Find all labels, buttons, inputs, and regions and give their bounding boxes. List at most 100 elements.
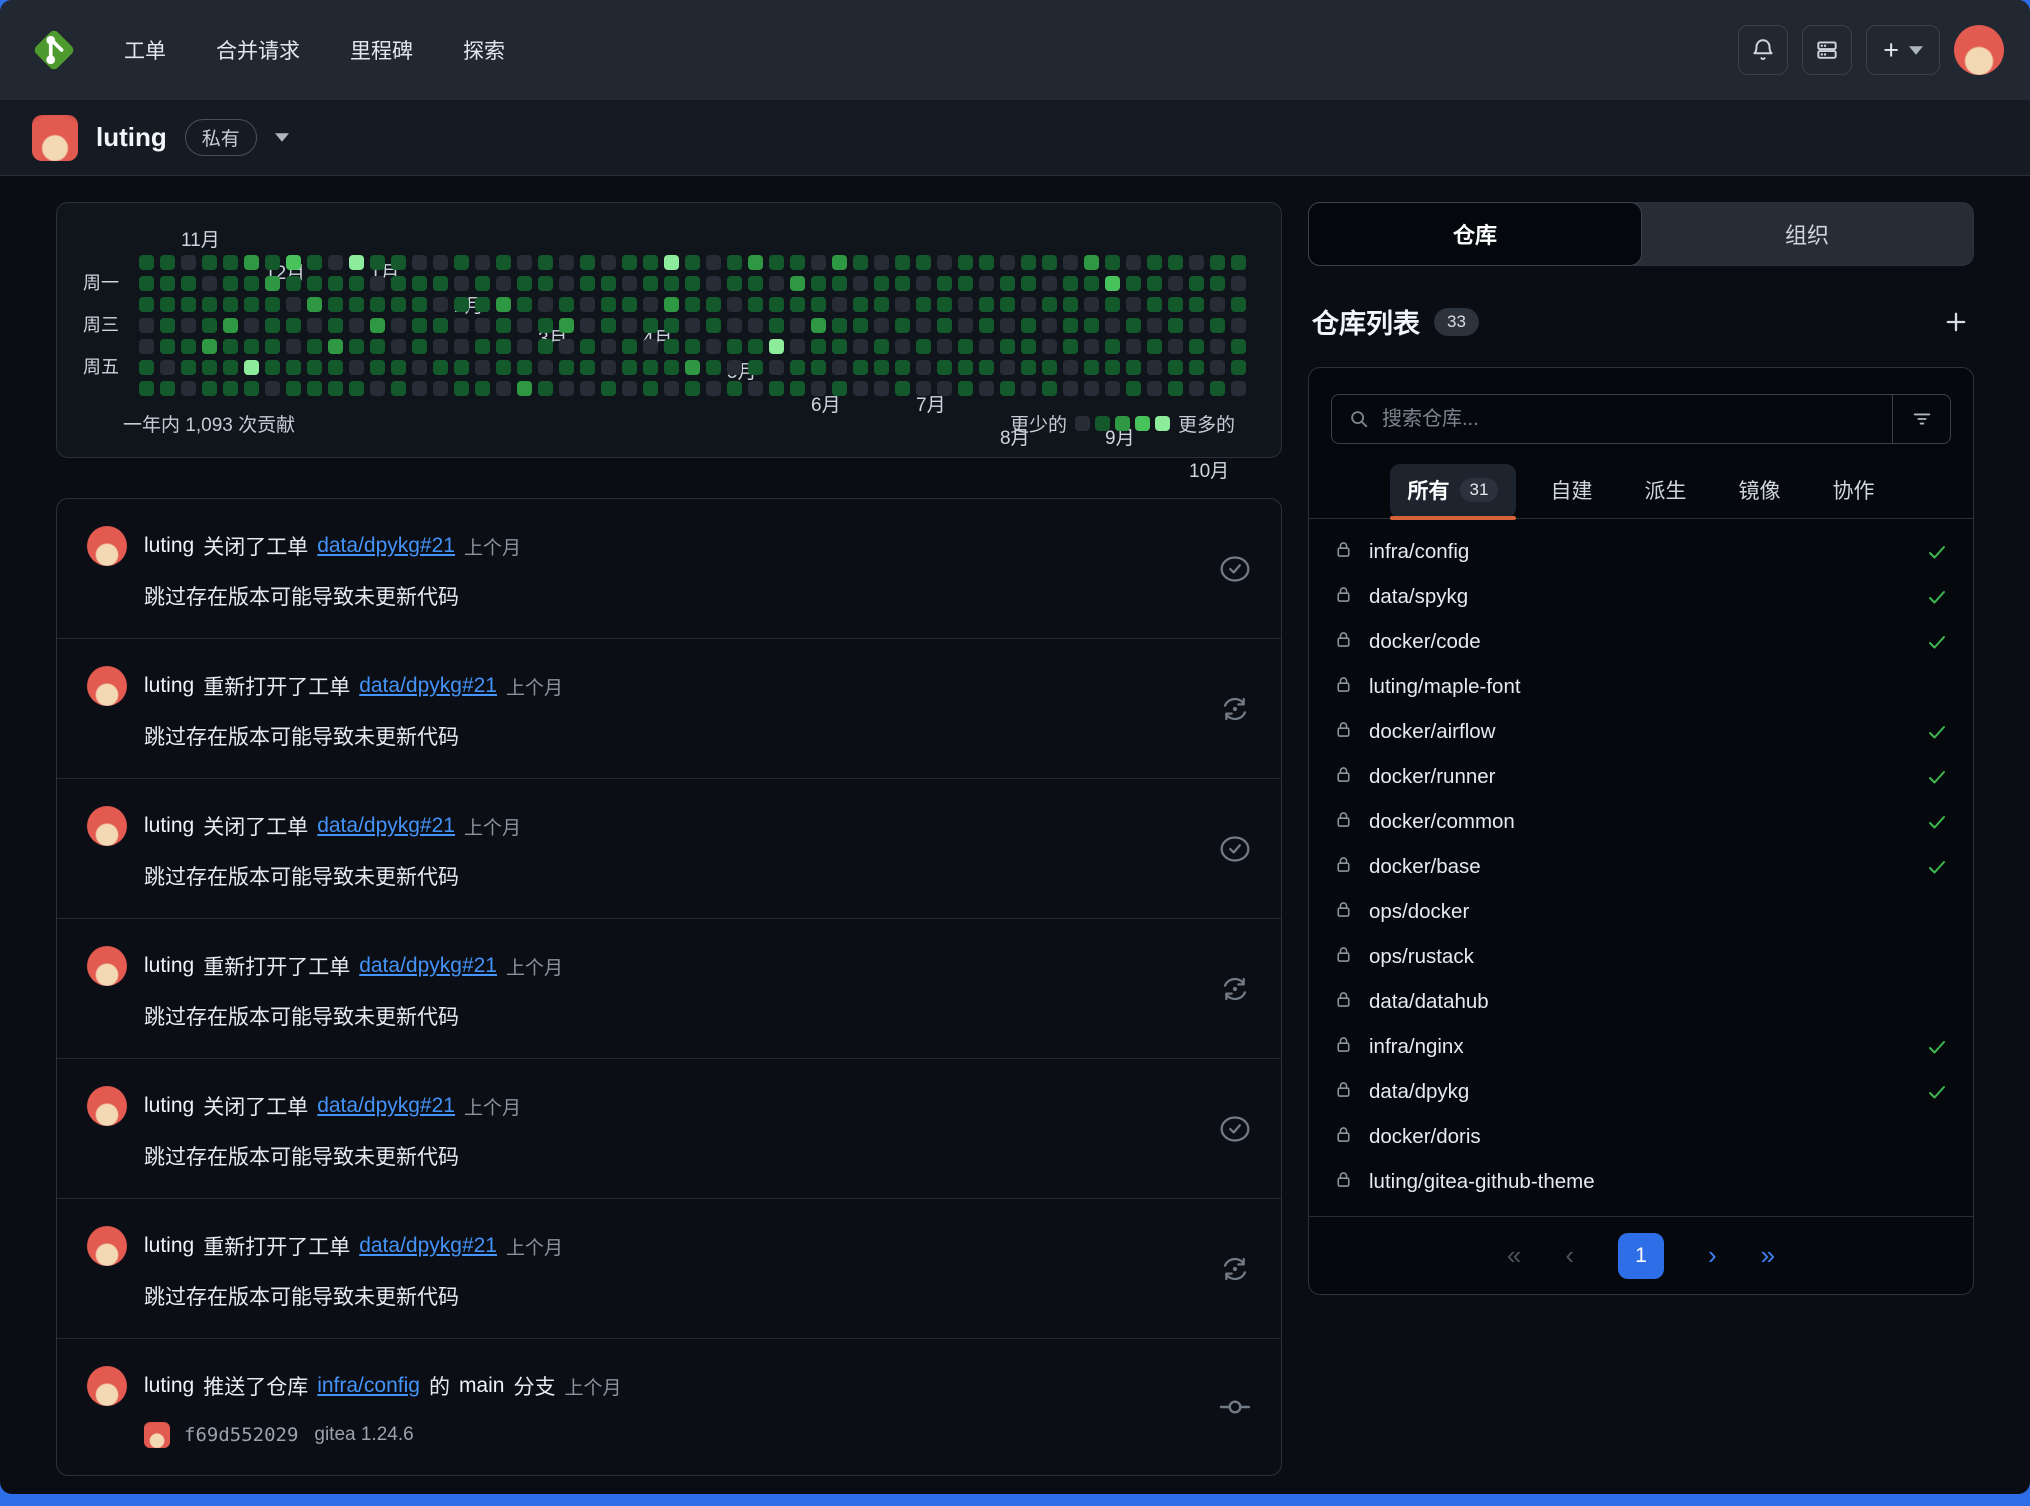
contribution-cell [580,381,595,396]
repo-row[interactable]: data/spykg [1309,574,1973,619]
nav-link-工单[interactable]: 工单 [124,35,166,65]
contribution-cell [391,276,406,291]
contribution-cell [790,297,805,312]
contribution-cell [1126,339,1141,354]
contribution-cell [265,297,280,312]
plus-label: + [1883,35,1899,66]
repo-row[interactable]: docker/base [1309,844,1973,889]
contribution-cell [748,339,763,354]
admin-panel-button[interactable] [1802,25,1852,75]
repo-row[interactable]: infra/config [1309,529,1973,574]
contribution-cell [139,360,154,375]
actor-avatar[interactable] [87,1086,127,1126]
nav-link-合并请求[interactable]: 合并请求 [216,35,300,65]
actor-avatar[interactable] [87,946,127,986]
repo-row[interactable]: docker/common [1309,799,1973,844]
repo-filter-button[interactable] [1892,395,1950,443]
actor-avatar[interactable] [87,1226,127,1266]
repo-filter-tabs: 所有31 自建派生镜像协作 [1309,464,1973,519]
target-link[interactable]: data/dpykg#21 [359,674,497,698]
repo-name: docker/code [1369,630,1481,654]
actor-name[interactable]: luting [144,954,194,978]
filter-tab-派生[interactable]: 派生 [1626,464,1704,518]
tab-repositories[interactable]: 仓库 [1308,202,1642,266]
filter-tab-自建[interactable]: 自建 [1532,464,1610,518]
tab-organizations[interactable]: 组织 [1641,203,1973,265]
profile-tabs: 仓库 组织 [1308,202,1974,266]
contribution-cell [244,339,259,354]
target-link[interactable]: infra/config [317,1374,420,1398]
target-link[interactable]: data/dpykg#21 [317,814,455,838]
filter-tab-协作[interactable]: 协作 [1814,464,1892,518]
contribution-cell [307,297,322,312]
repo-row[interactable]: luting/gitea-github-theme [1309,1159,1973,1204]
contribution-cell [1042,381,1057,396]
actor-avatar[interactable] [87,526,127,566]
profile-username[interactable]: luting [96,122,167,153]
filter-tab-所有[interactable]: 所有31 [1390,464,1517,518]
contribution-cell [433,255,448,270]
actor-name[interactable]: luting [144,814,194,838]
right-column: 仓库 组织 仓库列表 33 [1308,202,1974,1476]
repo-row[interactable]: ops/rustack [1309,934,1973,979]
contribution-cell [685,276,700,291]
target-link[interactable]: data/dpykg#21 [317,1094,455,1118]
notifications-button[interactable] [1738,25,1788,75]
new-repo-button[interactable] [1942,308,1970,336]
contribution-total: 一年内 1,093 次贡献 [123,410,295,437]
actor-name[interactable]: luting [144,1094,194,1118]
target-link[interactable]: data/dpykg#21 [359,1234,497,1258]
actor-name[interactable]: luting [144,674,194,698]
contribution-cell [391,297,406,312]
actor-avatar[interactable] [87,666,127,706]
repo-row[interactable]: luting/maple-font [1309,664,1973,709]
contribution-cell [853,297,868,312]
repo-row[interactable]: docker/doris [1309,1114,1973,1159]
target-link[interactable]: data/dpykg#21 [359,954,497,978]
nav-link-探索[interactable]: 探索 [463,35,505,65]
user-avatar[interactable] [1954,25,2004,75]
contribution-cell [181,339,196,354]
nav-link-里程碑[interactable]: 里程碑 [350,35,413,65]
repo-row[interactable]: docker/runner [1309,754,1973,799]
contribution-cell [664,255,679,270]
repo-row[interactable]: ops/docker [1309,889,1973,934]
contribution-cell [622,360,637,375]
repo-row[interactable]: infra/nginx [1309,1024,1973,1069]
contribution-grid[interactable] [139,255,1246,396]
commit-sha[interactable]: f69d552029 [184,1424,298,1446]
repo-row[interactable]: data/dpykg [1309,1069,1973,1114]
contribution-cell [895,297,910,312]
next-page-button[interactable]: › [1708,1240,1717,1271]
actor-name[interactable]: luting [144,1234,194,1258]
contribution-cell [874,297,889,312]
profile-dropdown-caret[interactable] [275,133,289,142]
current-page[interactable]: 1 [1618,1233,1664,1279]
gitea-logo[interactable] [26,22,82,78]
actor-avatar[interactable] [87,1366,127,1406]
repo-row[interactable]: docker/code [1309,619,1973,664]
contribution-cell [685,360,700,375]
target-link[interactable]: data/dpykg#21 [317,534,455,558]
actor-name[interactable]: luting [144,534,194,558]
contribution-cell [496,255,511,270]
filter-tab-镜像[interactable]: 镜像 [1720,464,1798,518]
first-page-button[interactable]: « [1507,1240,1521,1271]
contribution-cell [1000,276,1015,291]
prev-page-button[interactable]: ‹ [1565,1240,1574,1271]
weekday-label [83,339,139,354]
repo-search-input[interactable] [1382,408,1892,431]
actor-name[interactable]: luting [144,1374,194,1398]
action-mid: 的 [429,1371,450,1401]
profile-avatar[interactable] [32,115,78,161]
actor-avatar[interactable] [87,806,127,846]
create-new-button[interactable]: + [1866,25,1940,75]
contribution-cell [580,276,595,291]
contribution-cell [790,318,805,333]
repo-row[interactable]: data/datahub [1309,979,1973,1024]
contribution-cell [580,255,595,270]
last-page-button[interactable]: » [1761,1240,1775,1271]
repo-row[interactable]: docker/airflow [1309,709,1973,754]
contribution-cell [328,276,343,291]
contribution-cell [1147,360,1162,375]
